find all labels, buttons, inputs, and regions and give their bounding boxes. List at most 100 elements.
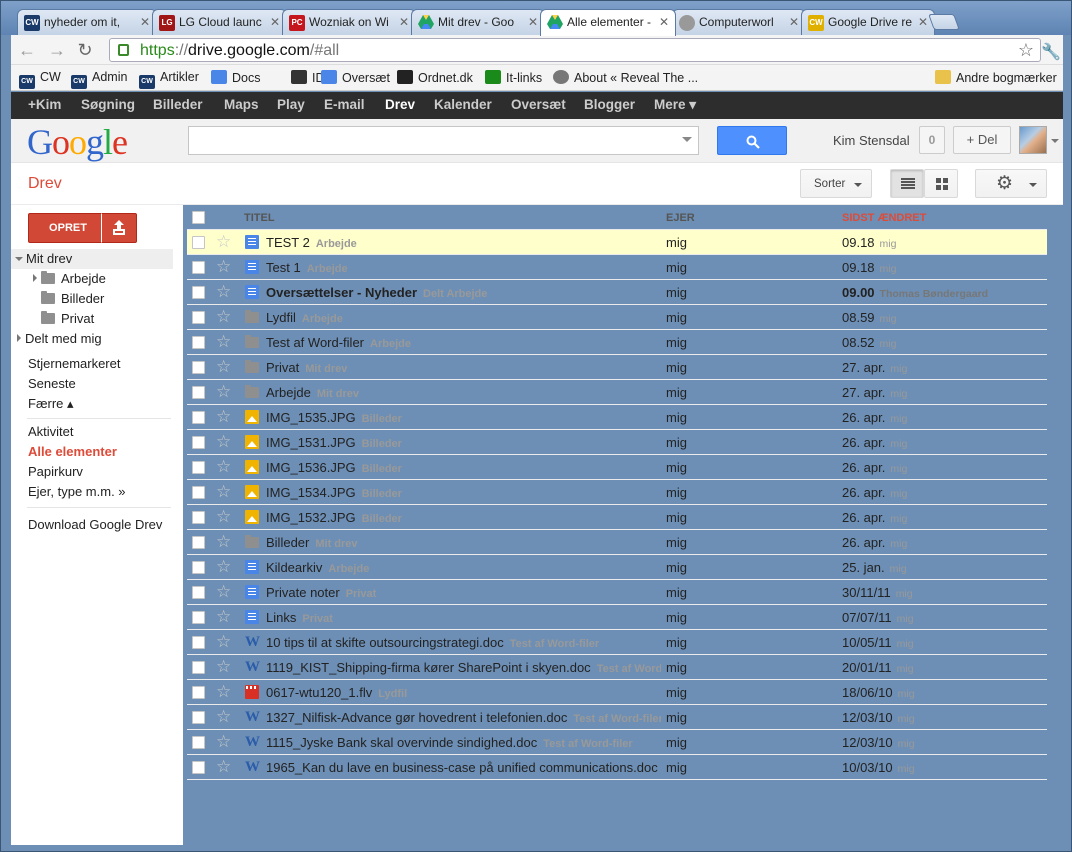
sidebar-item-my-drive[interactable]: Mit drev xyxy=(11,249,173,269)
gbar-item[interactable]: Drev xyxy=(385,97,415,112)
star-icon[interactable]: ☆ xyxy=(216,457,231,477)
file-row[interactable]: ☆ 0617-wtu120_1.flv Lydfil mig 18/06/10 mig xyxy=(187,680,1047,705)
file-location-tag[interactable]: Billeder xyxy=(362,488,402,500)
row-checkbox[interactable] xyxy=(192,361,205,374)
star-icon[interactable]: ☆ xyxy=(216,632,231,652)
file-row[interactable]: ☆ W 1115_Jyske Bank skal overvinde sindigh… xyxy=(187,730,1047,755)
file-location-tag[interactable]: Billeder xyxy=(362,463,402,475)
row-checkbox[interactable] xyxy=(192,486,205,499)
file-row[interactable]: ☆ Oversættelser - Nyheder Delt Arbejde mig 0… xyxy=(187,280,1047,305)
star-icon[interactable]: ☆ xyxy=(216,557,231,577)
sidebar-item-recent[interactable]: Seneste xyxy=(28,376,76,391)
share-button[interactable]: + Del xyxy=(953,126,1011,154)
star-icon[interactable]: ☆ xyxy=(216,582,231,602)
bookmark-item[interactable]: CW CW xyxy=(19,70,61,89)
row-checkbox[interactable] xyxy=(192,736,205,749)
file-row[interactable]: ☆ W 1965_Kan du lave en business-case på u… xyxy=(187,755,1047,780)
browser-tab[interactable]: Mit drev - Goo ✕ xyxy=(411,9,545,35)
close-icon[interactable]: ✕ xyxy=(918,15,928,29)
file-name[interactable]: Links Privat xyxy=(266,610,333,625)
sidebar-item-fewer[interactable]: Færre ▴ xyxy=(28,396,74,412)
file-location-tag[interactable]: Mit drev xyxy=(317,388,359,400)
user-name[interactable]: Kim Stensdal xyxy=(833,133,910,148)
expand-icon[interactable] xyxy=(33,274,37,282)
star-icon[interactable]: ☆ xyxy=(216,507,231,527)
download-drive-link[interactable]: Download Google Drev xyxy=(28,517,162,532)
sidebar-item-trash[interactable]: Papirkurv xyxy=(28,464,83,479)
reload-icon[interactable]: ↻ xyxy=(75,40,95,60)
browser-tab[interactable]: LG LG Cloud launc ✕ xyxy=(152,9,287,35)
star-icon[interactable]: ☆ xyxy=(216,407,231,427)
file-name[interactable]: Kildearkiv Arbejde xyxy=(266,560,369,575)
browser-tab[interactable]: Computerworl ✕ xyxy=(672,9,806,35)
column-title[interactable]: TITEL xyxy=(244,212,275,224)
star-icon[interactable]: ☆ xyxy=(216,707,231,727)
file-row[interactable]: ☆ IMG_1535.JPG Billeder mig 26. apr. mig xyxy=(187,405,1047,430)
star-icon[interactable]: ☆ xyxy=(216,307,231,327)
column-owner[interactable]: EJER xyxy=(666,212,695,224)
file-row[interactable]: ☆ Private noter Privat mig 30/11/11 mig xyxy=(187,580,1047,605)
grid-view-button[interactable] xyxy=(924,169,958,198)
sidebar-folder-arbejde[interactable]: Arbejde xyxy=(33,271,106,286)
file-name[interactable]: IMG_1531.JPG Billeder xyxy=(266,435,402,450)
row-checkbox[interactable] xyxy=(192,586,205,599)
file-name[interactable]: 1965_Kan du lave en business-case på uni… xyxy=(266,760,658,775)
close-icon[interactable]: ✕ xyxy=(140,15,150,29)
close-icon[interactable]: ✕ xyxy=(270,15,280,29)
star-icon[interactable]: ☆ xyxy=(216,607,231,627)
bookmark-item[interactable]: About « Reveal The ... xyxy=(553,70,698,85)
address-bar[interactable]: https://drive.google.com/#all ☆ xyxy=(109,38,1041,62)
row-checkbox[interactable] xyxy=(192,636,205,649)
search-input[interactable] xyxy=(188,126,699,155)
file-location-tag[interactable]: Billeder xyxy=(362,413,402,425)
gbar-item[interactable]: Mere ▾ xyxy=(654,97,696,113)
file-location-tag[interactable]: Billeder xyxy=(362,438,402,450)
close-icon[interactable]: ✕ xyxy=(399,15,409,29)
file-row[interactable]: ☆ Billeder Mit drev mig 26. apr. mig xyxy=(187,530,1047,555)
row-checkbox[interactable] xyxy=(192,411,205,424)
google-logo[interactable]: Google xyxy=(27,121,128,163)
file-location-tag[interactable]: Arbejde xyxy=(316,238,357,250)
sidebar-item-owner-type[interactable]: Ejer, type m.m. » xyxy=(28,484,126,499)
gbar-item[interactable]: Blogger xyxy=(584,97,635,112)
file-location-tag[interactable]: Test af Word-filer xyxy=(597,663,661,675)
file-location-tag[interactable]: Mit drev xyxy=(305,363,347,375)
file-name[interactable]: Billeder Mit drev xyxy=(266,535,358,550)
row-checkbox[interactable] xyxy=(192,261,205,274)
bookmark-item[interactable]: Ordnet.dk xyxy=(397,70,473,85)
row-checkbox[interactable] xyxy=(192,436,205,449)
file-location-tag[interactable]: Test af Word-filer xyxy=(573,713,661,725)
gbar-item[interactable]: Kalender xyxy=(434,97,492,112)
file-location-tag[interactable]: Arbejde xyxy=(328,563,369,575)
row-checkbox[interactable] xyxy=(192,611,205,624)
file-row[interactable]: ☆ W 10 tips til at skifte outsourcingstrat… xyxy=(187,630,1047,655)
other-bookmarks[interactable]: Andre bogmærker xyxy=(935,70,1057,85)
close-icon[interactable]: ✕ xyxy=(528,15,538,29)
search-options-dropdown-icon[interactable] xyxy=(682,137,692,142)
file-row[interactable]: ☆ Privat Mit drev mig 27. apr. mig xyxy=(187,355,1047,380)
row-checkbox[interactable] xyxy=(192,511,205,524)
row-checkbox[interactable] xyxy=(192,661,205,674)
bookmark-item[interactable]: CW Admin xyxy=(71,70,127,89)
file-row[interactable]: ☆ IMG_1531.JPG Billeder mig 26. apr. mig xyxy=(187,430,1047,455)
file-row[interactable]: ☆ Lydfil Arbejde mig 08.59 mig xyxy=(187,305,1047,330)
star-icon[interactable]: ☆ xyxy=(216,357,231,377)
browser-tab[interactable]: CW Google Drive re ✕ xyxy=(801,9,935,35)
file-location-tag[interactable]: Lydfil xyxy=(378,688,407,700)
gbar-item[interactable]: E-mail xyxy=(324,97,365,112)
file-row[interactable]: ☆ W 1119_KIST_Shipping-firma kører SharePo… xyxy=(187,655,1047,680)
file-location-tag[interactable]: Mit drev xyxy=(315,538,357,550)
file-row[interactable]: ☆ Kildearkiv Arbejde mig 25. jan. mig xyxy=(187,555,1047,580)
row-checkbox[interactable] xyxy=(192,311,205,324)
wrench-icon[interactable]: 🔧 xyxy=(1041,42,1061,62)
file-name[interactable]: Private noter Privat xyxy=(266,585,376,600)
file-row[interactable]: ☆ W 1327_Nilfisk-Advance gør hovedrent i t… xyxy=(187,705,1047,730)
row-checkbox[interactable] xyxy=(192,286,205,299)
row-checkbox[interactable] xyxy=(192,686,205,699)
file-location-tag[interactable]: Delt Arbejde xyxy=(423,288,487,300)
sidebar-item-shared[interactable]: Delt med mig xyxy=(17,331,102,346)
file-name[interactable]: IMG_1532.JPG Billeder xyxy=(266,510,402,525)
browser-tab[interactable]: Alle elementer - ✕ xyxy=(540,9,676,36)
file-location-tag[interactable]: Test af Word-filer xyxy=(510,638,599,650)
close-icon[interactable]: ✕ xyxy=(789,15,799,29)
